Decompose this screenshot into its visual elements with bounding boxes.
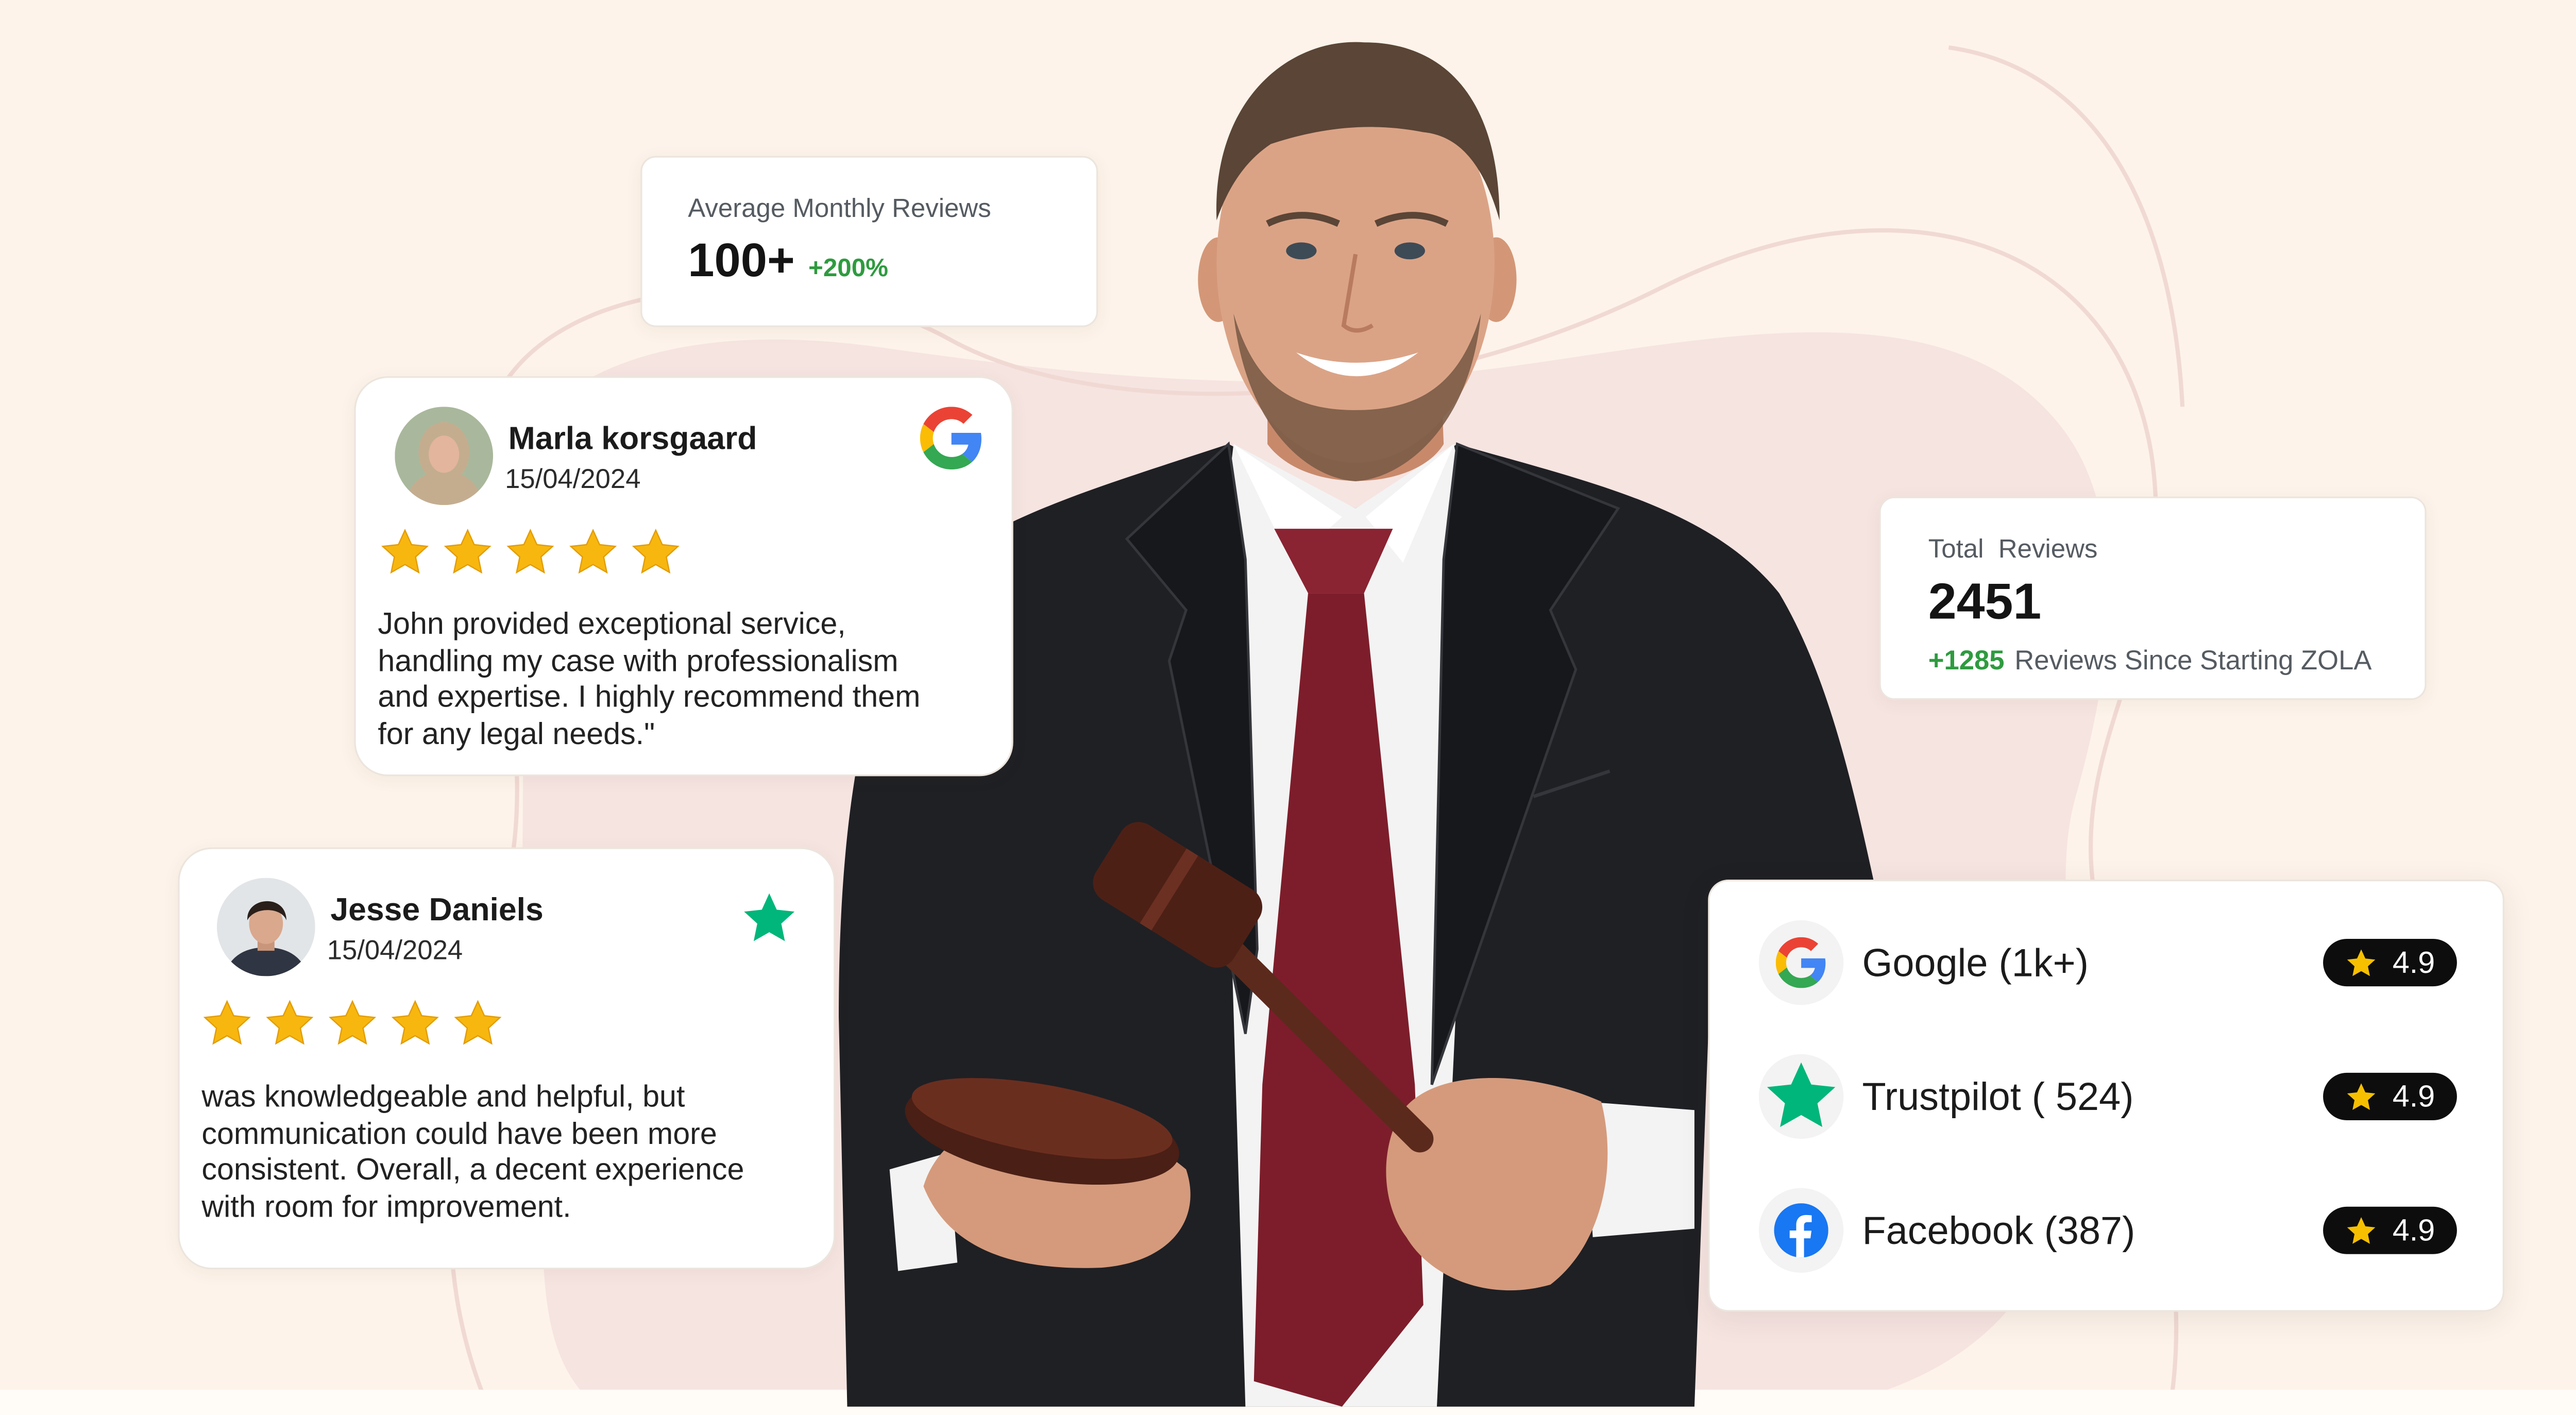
review-text-line: John provided exceptional service, (378, 607, 846, 641)
rating-value: 4.9 (2392, 1212, 2435, 1246)
review-text-line: handling my case with professionalism (378, 643, 899, 678)
total-reviews-change-text: Reviews Since Starting ZOLA (2014, 647, 2372, 677)
review-date: 15/04/2024 (327, 937, 463, 966)
reviewer-name: Jesse Daniels (330, 893, 544, 929)
rating-star-icon (391, 1000, 439, 1045)
rating-star-icon (444, 529, 492, 574)
star-icon (2347, 1082, 2376, 1109)
facebook-icon (1758, 1188, 1844, 1273)
rating-star-icon (381, 529, 429, 574)
google-icon (920, 407, 983, 470)
reviewer-name: Marla korsgaard (508, 422, 757, 458)
google-icon (1758, 920, 1844, 1005)
review-text-line: consistent. Overall, a decent experience (201, 1153, 744, 1187)
rating-star-icon (329, 1000, 377, 1045)
monthly-reviews-change: +200% (808, 254, 889, 283)
review-card: Marla korsgaard 15/04/2024 John provided… (354, 376, 1013, 777)
total-reviews-value: 2451 (1928, 574, 2042, 631)
trustpilot-icon (1758, 1054, 1844, 1139)
review-text: was knowledgeable and helpful, but commu… (201, 1080, 744, 1227)
review-text: John provided exceptional service, handl… (378, 607, 920, 754)
review-date: 15/04/2024 (505, 466, 641, 495)
rating-star-icon (632, 529, 680, 574)
total-reviews-change: +1285 (1928, 647, 2005, 677)
rating-badge: 4.9 (2323, 939, 2457, 987)
star-rating (380, 527, 681, 578)
review-text-line: communication could have been more (201, 1116, 717, 1151)
platform-name: Facebook (387) (1862, 1208, 2136, 1253)
rating-star-icon (506, 529, 554, 574)
total-reviews-label: Total Reviews (1928, 535, 2098, 565)
hero-banner: Average Monthly Reviews 100+ +200% Marla… (0, 0, 2576, 1415)
rating-value: 4.9 (2392, 945, 2435, 979)
monthly-reviews-value-row: 100+ +200% (688, 234, 888, 288)
total-reviews-change-row: +1285 Reviews Since Starting ZOLA (1928, 647, 2372, 678)
star-icon (2347, 1216, 2376, 1243)
rating-badge: 4.9 (2323, 1206, 2457, 1254)
rating-star-icon (203, 1000, 251, 1045)
monthly-reviews-value: 100+ (688, 233, 795, 287)
avatar (216, 878, 315, 976)
monthly-reviews-card: Average Monthly Reviews 100+ +200% (640, 156, 1098, 327)
platform-name: Trustpilot ( 524) (1862, 1074, 2134, 1119)
trustpilot-icon (740, 890, 798, 948)
rating-star-icon (569, 529, 617, 574)
rating-star-icon (266, 1000, 314, 1045)
rating-badge: 4.9 (2323, 1072, 2457, 1120)
review-card: Jesse Daniels 15/04/2024 was knowledgeab… (178, 847, 836, 1270)
rating-value: 4.9 (2392, 1079, 2435, 1113)
review-text-line: for any legal needs." (378, 717, 655, 751)
monthly-reviews-label: Average Monthly Reviews (688, 195, 991, 224)
avatar (395, 407, 494, 506)
review-text-line: with room for improvement. (201, 1190, 571, 1224)
platform-name: Google (1k+) (1862, 940, 2089, 985)
star-icon (2347, 948, 2376, 975)
platform-ratings-card: Google (1k+) 4.9 Trustpilot ( 524) 4.9 F… (1708, 879, 2504, 1312)
rating-star-icon (454, 1000, 502, 1045)
star-rating (201, 998, 503, 1049)
review-text-line: was knowledgeable and helpful, but (201, 1080, 685, 1114)
review-text-line: and expertise. I highly recommend them (378, 680, 921, 714)
total-reviews-card: Total Reviews 2451 +1285 Reviews Since St… (1879, 496, 2427, 700)
